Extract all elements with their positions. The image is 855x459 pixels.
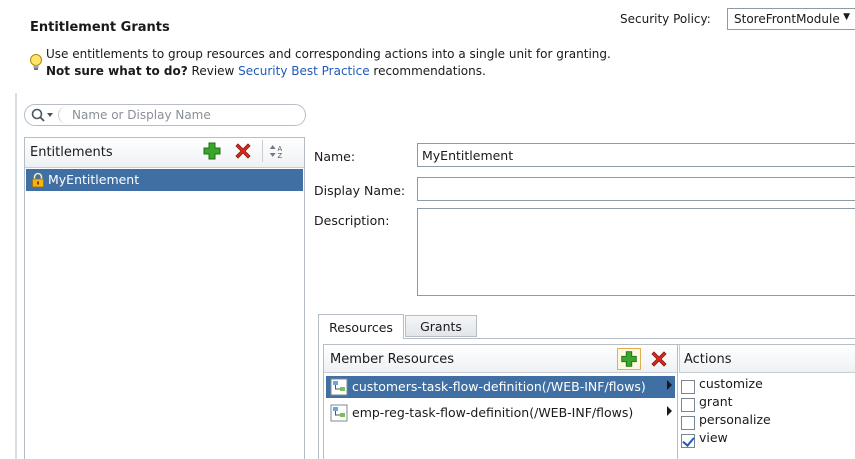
expand-arrow-icon[interactable] (667, 380, 672, 390)
tab-resources[interactable]: Resources (318, 314, 404, 339)
action-label: view (699, 430, 728, 445)
delete-entitlement-icon[interactable] (233, 141, 253, 161)
security-policy-value: StoreFrontModule (734, 12, 840, 26)
lightbulb-icon (30, 54, 42, 70)
resource-row[interactable]: emp-reg-task-flow-definition(/WEB-INF/fl… (326, 402, 675, 424)
dropdown-arrow-icon: ▼ (843, 12, 850, 22)
resource-row[interactable]: customers-task-flow-definition(/WEB-INF/… (326, 376, 675, 398)
lock-icon (32, 172, 44, 188)
sort-icon[interactable]: A Z (262, 140, 296, 162)
tab-grants[interactable]: Grants (405, 315, 477, 337)
security-best-practice-link[interactable]: Security Best Practice (238, 64, 369, 78)
action-label: personalize (699, 412, 771, 427)
entitlement-row-label: MyEntitlement (48, 172, 140, 187)
hint-question: Not sure what to do? (46, 64, 188, 78)
resource-label: customers-task-flow-definition(/WEB-INF/… (352, 379, 646, 394)
action-label: grant (699, 394, 733, 409)
description-label: Description: (314, 213, 390, 228)
view-checkbox[interactable] (681, 434, 695, 448)
name-label: Name: (314, 149, 356, 164)
security-policy-select[interactable]: StoreFrontModule ▼ (727, 8, 855, 30)
page-title: Entitlement Grants (30, 20, 170, 35)
actions-header-label: Actions (684, 352, 732, 367)
search-icon[interactable] (30, 106, 56, 124)
add-entitlement-icon[interactable] (202, 141, 222, 161)
svg-text:Z: Z (278, 152, 283, 160)
display-name-field[interactable] (417, 177, 855, 201)
expand-arrow-icon[interactable] (667, 406, 672, 416)
security-policy-label: Security Policy: (620, 12, 711, 26)
add-resource-icon[interactable] (617, 348, 641, 370)
action-label: customize (699, 376, 763, 391)
customize-checkbox[interactable] (681, 380, 695, 394)
description-field[interactable] (417, 208, 855, 296)
name-field[interactable] (417, 143, 855, 167)
left-divider (15, 93, 17, 459)
grant-checkbox[interactable] (681, 398, 695, 412)
resource-label: emp-reg-task-flow-definition(/WEB-INF/fl… (352, 405, 634, 420)
hint-recommendations-text: recommendations. (369, 64, 486, 78)
search-input[interactable] (72, 107, 297, 123)
personalize-checkbox[interactable] (681, 416, 695, 430)
entitlements-header-label: Entitlements (30, 145, 113, 160)
display-name-label: Display Name: (314, 183, 406, 198)
task-flow-icon (330, 404, 348, 422)
member-resources-header-label: Member Resources (330, 352, 454, 367)
hint-help-text: Not sure what to do? Review Security Bes… (46, 64, 486, 78)
delete-resource-icon[interactable] (650, 350, 668, 368)
task-flow-icon (330, 378, 348, 396)
hint-text: Use entitlements to group resources and … (46, 47, 611, 61)
hint-review-text: Review (187, 64, 239, 78)
